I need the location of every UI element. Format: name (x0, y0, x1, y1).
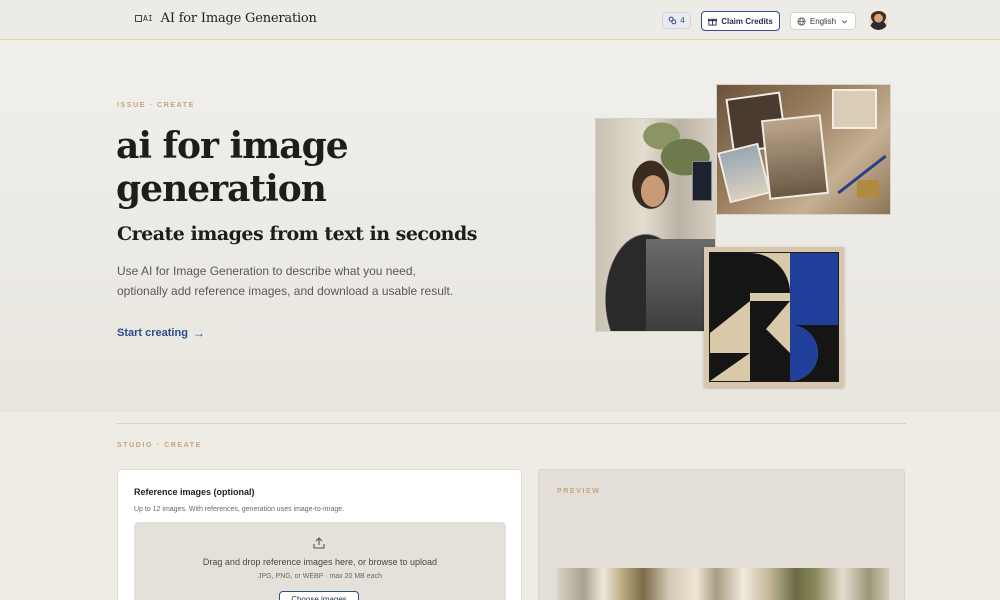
upload-icon (313, 537, 325, 549)
hero-image-portrait (595, 118, 716, 332)
choose-images-button[interactable]: Choose images (279, 591, 359, 600)
studio-eyebrow: STUDIO · CREATE (117, 442, 202, 449)
app-name: AI for Image Generation (160, 11, 317, 26)
page-title: ai for image generation (116, 125, 349, 210)
reference-images-help: Up to 12 images. With references, genera… (134, 506, 345, 513)
hero-description: Use AI for Image Generation to describe … (117, 264, 454, 298)
claim-credits-label: Claim Credits (721, 16, 773, 26)
credits-count: 4 (680, 16, 685, 25)
hero-image-moodboard (716, 84, 891, 215)
globe-icon (797, 16, 806, 26)
arrow-right-icon: → (192, 326, 205, 340)
chevron-down-icon (842, 19, 848, 24)
brand[interactable]: AI AI for Image Generation (135, 11, 317, 26)
claim-credits-button[interactable]: Claim Credits (701, 11, 780, 31)
hero-eyebrow: ISSUE · CREATE (117, 102, 195, 109)
user-avatar[interactable] (869, 11, 888, 30)
hero-subtitle: Create images from text in seconds (117, 223, 477, 245)
dropzone-text: Drag and drop reference images here, or … (202, 557, 438, 567)
preview-panel: PREVIEW (538, 469, 905, 600)
top-navbar: AI AI for Image Generation 4 Claim Credi… (0, 0, 1000, 40)
section-divider (117, 423, 906, 424)
reference-images-title: Reference images (optional) (134, 487, 255, 497)
brand-logo-icon: AI (135, 14, 153, 23)
credits-counter[interactable]: 4 (662, 12, 691, 29)
reference-images-panel: Reference images (optional) Up to 12 ima… (117, 469, 522, 600)
hero-section: ISSUE · CREATE ai for image generation C… (0, 41, 1000, 412)
reference-dropzone[interactable]: Drag and drop reference images here, or … (134, 522, 506, 600)
preview-image (557, 568, 889, 600)
start-creating-link[interactable]: Start creating → (117, 326, 205, 340)
language-label: English (809, 16, 837, 26)
language-select[interactable]: English (790, 12, 856, 30)
gift-icon (708, 18, 718, 26)
hero-image-abstract-art (704, 247, 844, 387)
dropzone-subtext: JPG, PNG, or WEBP · max 20 MB each (258, 573, 382, 580)
start-creating-label: Start creating (117, 327, 188, 339)
link-icon (668, 16, 677, 25)
preview-eyebrow: PREVIEW (557, 488, 601, 495)
